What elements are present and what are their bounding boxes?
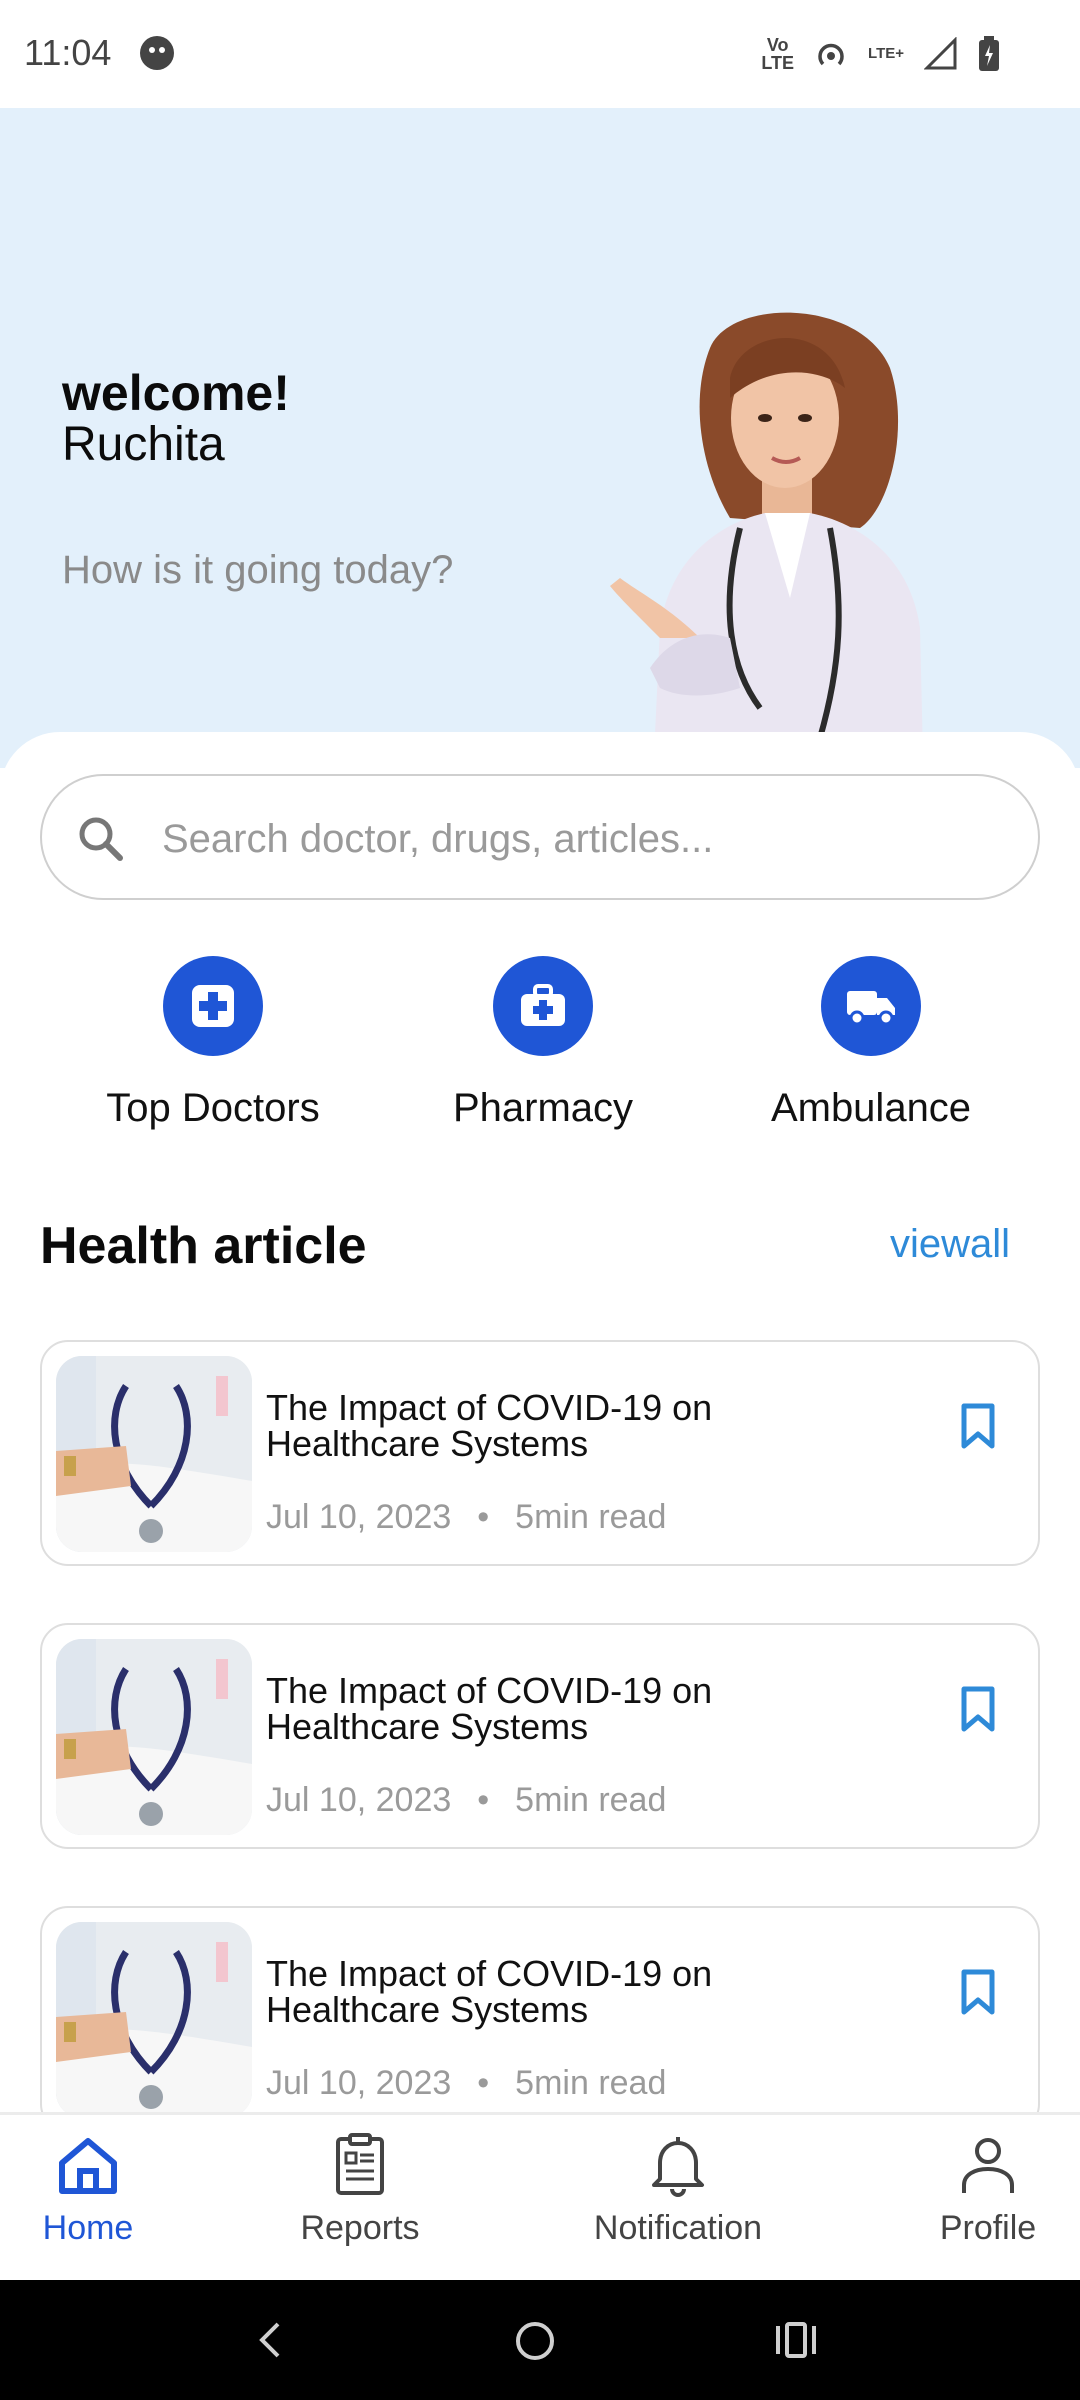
greeting-subtitle: How is it going today? [62, 548, 454, 592]
article-read-time: 5min read [515, 2064, 667, 2102]
article-date: Jul 10, 2023 [266, 1498, 452, 1536]
meta-separator: • [477, 1781, 490, 1819]
welcome-text: welcome! [62, 365, 290, 421]
article-title: The Impact of COVID-19 on Healthcare Sys… [266, 1387, 713, 1464]
ambulance-truck-icon [847, 991, 895, 1026]
bookmark-icon[interactable] [958, 1968, 998, 2016]
nav-notification[interactable]: Notification [575, 2133, 781, 2248]
person-icon [962, 2138, 1014, 2193]
ambulance-label: Ambulance [770, 1086, 972, 1130]
volte-icon: Vo LTE [761, 36, 794, 72]
doctor-illustration [610, 312, 924, 768]
top-doctors-button[interactable] [163, 956, 263, 1056]
status-icons: Vo LTE LTE+ [761, 32, 1000, 76]
recent-apps-icon[interactable] [774, 2320, 818, 2360]
hotspot-icon [818, 43, 844, 66]
volte-bottom-text: LTE [761, 53, 795, 73]
quick-action-ambulance[interactable]: Ambulance [721, 956, 1021, 1131]
article-thumbnail [56, 1639, 252, 1835]
viewall-link[interactable]: viewall [890, 1222, 1010, 1267]
search-input[interactable] [162, 796, 1002, 882]
article-meta: Jul 10, 2023 • 5min read [266, 1498, 666, 1537]
pharmacy-label: Pharmacy [452, 1086, 634, 1130]
home-circle-icon[interactable] [514, 2320, 556, 2362]
article-read-time: 5min read [515, 1498, 667, 1536]
medical-cross-icon [192, 985, 234, 1027]
nav-profile-label: Profile [939, 2209, 1037, 2247]
health-article-title: Health article [40, 1217, 367, 1275]
bell-icon [652, 2137, 704, 2197]
meta-separator: • [477, 2064, 490, 2102]
nav-profile[interactable]: Profile [930, 2133, 1046, 2248]
article-meta: Jul 10, 2023 • 5min read [266, 1781, 666, 1820]
ambulance-button[interactable] [821, 956, 921, 1056]
medical-kit-icon [521, 984, 565, 1026]
quick-action-top-doctors[interactable]: Top Doctors [63, 956, 363, 1131]
article-date: Jul 10, 2023 [266, 2064, 452, 2102]
article-thumbnail [56, 1922, 252, 2118]
user-name: Ruchita [62, 418, 225, 471]
status-time: 11:04 [24, 32, 112, 73]
article-card[interactable]: The Impact of COVID-19 on Healthcare Sys… [40, 1623, 1040, 1849]
nav-notification-label: Notification [593, 2209, 763, 2247]
bottom-navigation: Home Reports Notification Profile [0, 2112, 1080, 2280]
bookmark-icon[interactable] [958, 1685, 998, 1733]
notification-face-icon [140, 36, 174, 70]
signal-icon [924, 37, 957, 70]
lte-icon: LTE+ [868, 45, 904, 62]
article-read-time: 5min read [515, 1781, 667, 1819]
volte-top-text: Vo [766, 35, 789, 55]
article-card[interactable]: The Impact of COVID-19 on Healthcare Sys… [40, 1340, 1040, 1566]
status-bar: 11:04 Vo LTE LTE+ [0, 0, 1080, 108]
top-doctors-label: Top Doctors [106, 1086, 320, 1130]
article-thumbnail [56, 1356, 252, 1552]
reports-icon [336, 2133, 384, 2195]
nav-home-label: Home [42, 2209, 134, 2247]
nav-reports-label: Reports [300, 2209, 420, 2247]
search-icon [79, 817, 123, 861]
hero-banner: welcome! Ruchita How is it going today? [0, 108, 1080, 768]
battery-icon [979, 36, 999, 71]
system-navigation-bar [0, 2280, 1080, 2400]
article-card[interactable]: The Impact of COVID-19 on Healthcare Sys… [40, 1906, 1040, 2132]
meta-separator: • [477, 1498, 490, 1536]
bookmark-icon[interactable] [958, 1402, 998, 1450]
article-title: The Impact of COVID-19 on Healthcare Sys… [266, 1953, 713, 2030]
pharmacy-button[interactable] [493, 956, 593, 1056]
search-bar[interactable] [40, 774, 1040, 900]
nav-home[interactable]: Home [36, 2133, 140, 2248]
nav-reports[interactable]: Reports [290, 2133, 430, 2248]
quick-action-pharmacy[interactable]: Pharmacy [393, 956, 693, 1131]
back-icon[interactable] [250, 2320, 290, 2360]
home-icon [59, 2138, 117, 2194]
article-date: Jul 10, 2023 [266, 1781, 452, 1819]
article-title: The Impact of COVID-19 on Healthcare Sys… [266, 1670, 713, 1747]
article-meta: Jul 10, 2023 • 5min read [266, 2064, 666, 2103]
